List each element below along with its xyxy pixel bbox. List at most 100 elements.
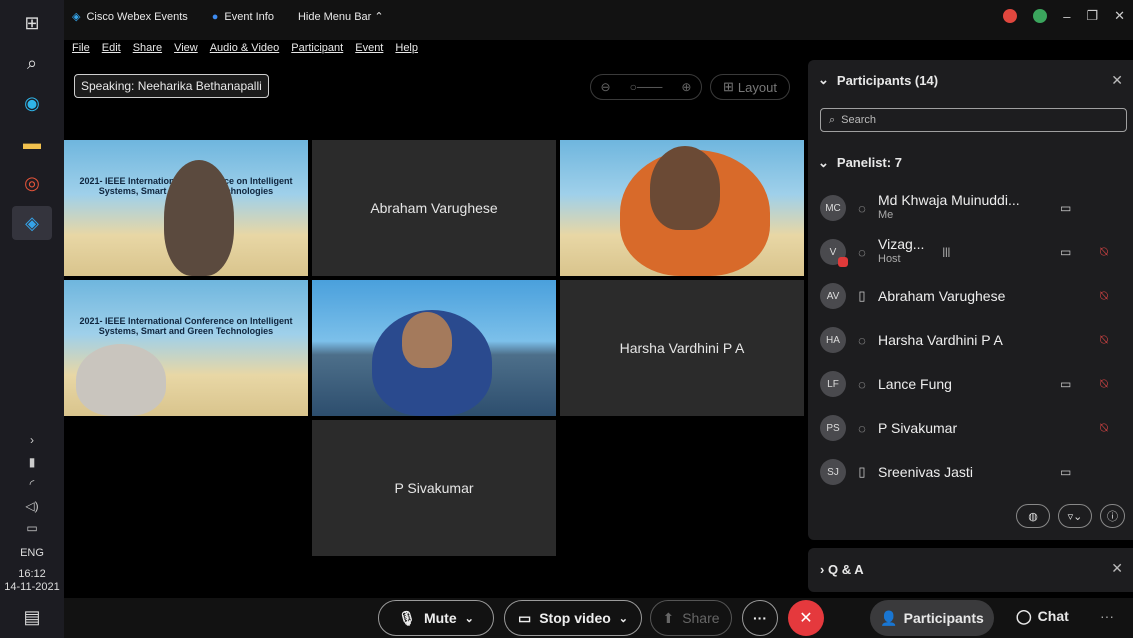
- participant-row[interactable]: V ◌ Vizag... Host ||| ▭ ⍉: [820, 230, 1130, 274]
- webex-app-icon[interactable]: ◈: [12, 206, 52, 240]
- input-language[interactable]: ENG: [20, 547, 44, 560]
- participant-name: Harsha Vardhini P A: [878, 331, 1003, 348]
- chrome-browser-icon[interactable]: ◎: [12, 166, 52, 200]
- app-title: Cisco Webex Events: [86, 10, 188, 23]
- qa-panel-header[interactable]: › Q & A ✕: [808, 548, 1133, 592]
- participant-name: P Sivakumar: [878, 419, 958, 436]
- close-icon[interactable]: ✕: [1111, 560, 1123, 577]
- close-icon[interactable]: ✕: [1114, 8, 1125, 24]
- menu-participant[interactable]: Participant: [291, 42, 343, 54]
- share-label: Share: [682, 610, 720, 626]
- participants-toggle-button[interactable]: 👤 Participants: [870, 600, 994, 636]
- clock-time[interactable]: 16:12: [18, 568, 46, 581]
- share-screen-icon: ⬆: [662, 609, 675, 626]
- participants-header[interactable]: ⌄ Participants (14): [818, 72, 938, 88]
- more-icon[interactable]: ···: [1100, 608, 1114, 624]
- video-tile[interactable]: [560, 140, 804, 276]
- search-icon: ⌕: [829, 113, 836, 126]
- muted-mic-icon: ⍉: [1100, 420, 1108, 435]
- network-indicator-icon[interactable]: [1033, 9, 1048, 23]
- participant-row[interactable]: SJ ▯ Sreenivas Jasti ▭: [820, 450, 1130, 494]
- menu-audio-video[interactable]: Audio & Video: [210, 42, 280, 54]
- audio-headset-icon: ◌: [858, 420, 866, 436]
- chevron-down-icon[interactable]: ⌄: [465, 612, 474, 625]
- muted-mic-icon: ⍉: [1100, 332, 1108, 347]
- audio-headset-icon: ◌: [858, 244, 866, 260]
- speaker-icon[interactable]: ◁): [12, 495, 52, 517]
- layout-label: Layout: [737, 79, 777, 95]
- comment-icon: ▿⌄: [1067, 510, 1083, 523]
- panelist-section-header[interactable]: ⌄ Panelist: 7: [818, 155, 902, 171]
- edge-browser-icon[interactable]: ◉: [12, 86, 52, 120]
- menu-edit[interactable]: Edit: [102, 42, 121, 54]
- file-explorer-icon[interactable]: ▬: [12, 126, 52, 160]
- wifi-icon[interactable]: ◜: [12, 473, 52, 495]
- participant-row[interactable]: PS ◌ P Sivakumar ⍉: [820, 406, 1130, 450]
- menu-event[interactable]: Event: [355, 42, 383, 54]
- video-tile[interactable]: Harsha Vardhini P A: [560, 280, 804, 416]
- avatar: V: [820, 239, 848, 267]
- video-tile[interactable]: 2021- IEEE International Conference on I…: [64, 140, 308, 276]
- video-tile[interactable]: Abraham Varughese: [312, 140, 556, 276]
- search-input[interactable]: ⌕ Search: [820, 108, 1127, 132]
- zoom-track[interactable]: ○───: [630, 80, 663, 94]
- event-info-button[interactable]: Event Info: [224, 11, 274, 23]
- end-call-button[interactable]: ✕: [788, 600, 824, 636]
- menu-view[interactable]: View: [174, 42, 198, 54]
- recording-indicator-icon[interactable]: [1003, 9, 1018, 23]
- chat-button[interactable]: ◯ Chat: [1016, 608, 1069, 625]
- windows-start-icon[interactable]: ⊞: [12, 6, 52, 40]
- notifications-icon[interactable]: ▤: [12, 600, 52, 634]
- participant-row[interactable]: MC ◌ Md Khwaja Muinuddi... Me ▭: [820, 186, 1130, 230]
- zoom-slider[interactable]: ⊖ ○─── ⊕: [590, 74, 702, 100]
- stop-video-label: Stop video: [539, 610, 611, 626]
- participants-panel: ⌄ Participants (14) ✕ ⌕ Search ⌄ Panelis…: [808, 60, 1133, 540]
- window-controls: – ❐ ✕: [1003, 8, 1125, 24]
- participant-row[interactable]: LF ◌ Lance Fung ▭ ⍉: [820, 362, 1130, 406]
- close-icon: ✕: [799, 610, 813, 627]
- hide-menu-bar-button[interactable]: Hide Menu Bar ⌃: [298, 10, 384, 23]
- search-icon[interactable]: ⌕: [12, 46, 52, 80]
- restore-icon[interactable]: ❐: [1086, 8, 1098, 24]
- video-camera-icon: ▭: [517, 609, 532, 626]
- chevron-down-icon[interactable]: ⌄: [619, 612, 628, 625]
- participant-row[interactable]: HA ◌ Harsha Vardhini P A ⍉: [820, 318, 1130, 362]
- share-button[interactable]: ⬆ Share: [650, 600, 732, 636]
- zoom-in-icon[interactable]: ⊕: [681, 80, 691, 94]
- windows-taskbar: ⊞ ⌕ ◉ ▬ ◎ ◈ › ▮ ◜ ◁) ▭ ENG 16:12 14-11-2…: [0, 0, 64, 638]
- layout-button[interactable]: ⊞ Layout: [710, 74, 790, 100]
- participant-face: [402, 312, 452, 368]
- menu-help[interactable]: Help: [395, 42, 418, 54]
- clock-date[interactable]: 14-11-2021: [4, 581, 59, 594]
- chat-label: Chat: [1037, 608, 1069, 624]
- mute-all-button[interactable]: ◍: [1016, 504, 1050, 528]
- more-options-button[interactable]: ⓘ: [1100, 504, 1125, 528]
- webex-logo-icon: ◈: [72, 11, 81, 23]
- participant-name: Abraham Varughese: [878, 287, 1006, 304]
- usb-icon[interactable]: ▮: [12, 451, 52, 473]
- chevron-down-icon: ⌄: [818, 72, 829, 87]
- chevron-up-icon[interactable]: ›: [12, 429, 52, 451]
- video-tile[interactable]: [312, 280, 556, 416]
- stop-video-button[interactable]: ▭ Stop video ⌄: [504, 600, 642, 636]
- mute-button[interactable]: 🎙 Mute ⌄: [378, 600, 494, 636]
- event-info-icon[interactable]: ●: [212, 11, 219, 23]
- minimize-icon[interactable]: –: [1063, 9, 1070, 24]
- audio-headset-icon: ◌: [858, 200, 866, 216]
- host-badge-icon: [838, 257, 848, 267]
- video-camera-icon: ▭: [1060, 245, 1072, 259]
- keyboard-icon[interactable]: ▭: [12, 517, 52, 539]
- close-icon[interactable]: ✕: [1111, 72, 1123, 89]
- video-tile[interactable]: P Sivakumar: [312, 420, 556, 556]
- participants-title: Participants (14): [836, 72, 939, 88]
- participants-label: Participants: [903, 610, 984, 626]
- phone-icon: ▯: [858, 464, 866, 479]
- reactions-button[interactable]: ▿⌄: [1058, 504, 1092, 528]
- more-options-button[interactable]: ···: [742, 600, 778, 636]
- participant-row[interactable]: AV ▯ Abraham Varughese ⍉: [820, 274, 1130, 318]
- zoom-out-icon[interactable]: ⊖: [601, 80, 611, 94]
- video-tile[interactable]: 2021- IEEE International Conference on I…: [64, 280, 308, 416]
- menu-file[interactable]: File: [72, 42, 90, 54]
- menu-share[interactable]: Share: [133, 42, 162, 54]
- video-camera-icon: ▭: [1060, 377, 1072, 391]
